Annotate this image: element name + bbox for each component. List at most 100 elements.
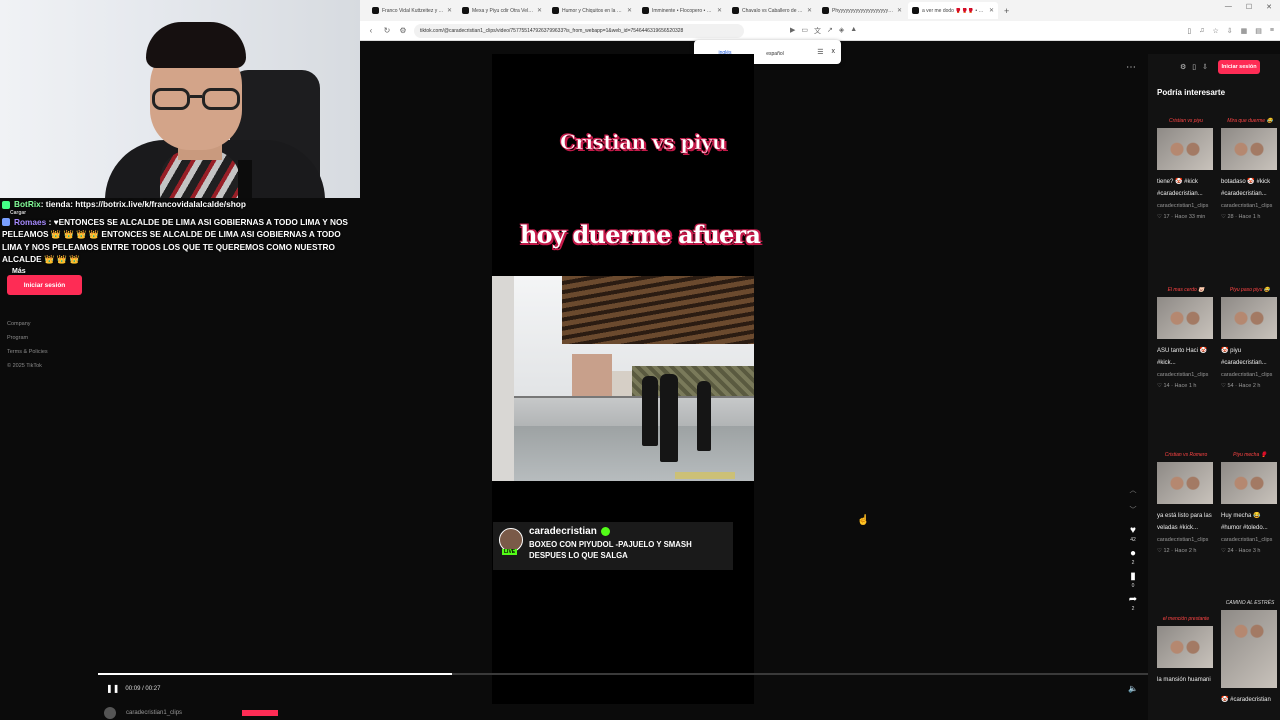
browser-tab-active[interactable]: a ver me dodo 🥊🥊🥊 • TikTok ✕ (908, 2, 998, 19)
like-icon[interactable]: ♥ (1126, 525, 1140, 537)
translate-menu-icon[interactable]: ☰ (817, 48, 823, 56)
back-icon[interactable]: ‹ (366, 26, 376, 35)
next-video-icon[interactable]: ﹀ (1126, 505, 1140, 525)
share-count: 2 (1131, 606, 1135, 612)
translate-lang-spanish[interactable]: español (750, 43, 800, 62)
video-progress-bar[interactable] (98, 673, 1148, 675)
download-icon[interactable]: ⇩ (1202, 63, 1208, 71)
browser-tab[interactable]: Mexa y Piyu cdir Otra Velada Fracaso✕ (458, 2, 546, 19)
recommended-video[interactable]: el mención prestante la mansión huamani (1157, 616, 1215, 686)
tiktok-icon (372, 7, 379, 14)
alert-icon[interactable]: ▲ (850, 26, 857, 36)
right-login-button[interactable]: Iniciar sesión (1218, 60, 1261, 74)
previous-video-icon[interactable]: ︿ (1126, 485, 1140, 505)
streamer-description: BOXEO CON PIYUDOL -PAJUELO Y SMASH DESPU… (529, 540, 692, 560)
video-bottom-bar: caradecristian1_clips (98, 705, 1148, 720)
browser-tab[interactable]: Humor y Chiquitos en la Velada de...✕ (548, 2, 636, 19)
video-thumbnail (1157, 128, 1213, 170)
close-icon[interactable]: ✕ (897, 7, 902, 14)
fighter-figure (642, 376, 658, 446)
action-rail: ︿ ﹀ ♥ 42 ● 2 ▮ 0 ➦ 2 (1126, 485, 1140, 617)
music-icon[interactable]: ♫ (1199, 27, 1204, 35)
video-caption-main: hoy duerme afuera (520, 220, 761, 249)
webcam-overlay (0, 0, 360, 198)
comment-icon[interactable]: ● (1126, 548, 1140, 560)
author-handle[interactable]: caradecristian1_clips (126, 710, 182, 716)
pause-icon[interactable]: ❚❚ (106, 684, 119, 693)
right-header: ⚙ ▯ ⇩ Iniciar sesión (1180, 60, 1261, 74)
tiktok-icon (462, 7, 469, 14)
avatar: LIVE (499, 528, 523, 555)
follow-button[interactable] (242, 709, 279, 716)
chat-message: BotRix: tienda: https://botrix.live/k/fr… (2, 198, 360, 211)
close-window-icon[interactable]: ✕ (1266, 3, 1272, 11)
phone-icon[interactable]: ▯ (1192, 63, 1196, 71)
footer-link-program[interactable]: Program (7, 331, 48, 345)
recommended-video[interactable]: Piyu paso piyu 😂 🤡 piyu #caradecristian.… (1221, 287, 1279, 392)
close-icon[interactable]: ✕ (717, 7, 722, 14)
footer-link-terms[interactable]: Terms & Policies (7, 345, 48, 359)
sidebar-icon[interactable]: ▯ (1187, 27, 1191, 35)
recommended-video[interactable]: Mira que duerme 😂 botadaso 🤡 #kick #cara… (1221, 118, 1279, 223)
user-badge-icon (2, 218, 10, 227)
video-caption-top: Cristian vs piyu (560, 130, 727, 155)
recommended-video[interactable]: Piyu mecha 🥊 Huy mecha 😂 #humor #toledo.… (1221, 452, 1279, 557)
browser-tab[interactable]: Imminente • Flocopero • Plocanig✕ (638, 2, 726, 19)
video-thumbnail (1157, 297, 1213, 339)
stream-chat: BotRix: tienda: https://botrix.live/k/fr… (0, 198, 360, 279)
chat-message: Romaes : ♥ENTONCES SE ALCALDE DE LIMA AS… (2, 216, 348, 265)
more-options-icon[interactable]: ⋯ (1126, 62, 1136, 73)
media-icon[interactable]: ▶ (790, 26, 795, 36)
login-button[interactable]: Iniciar sesión (7, 275, 82, 295)
webcam-hair (146, 22, 246, 68)
bookmarks-icon[interactable]: ☆ (1213, 27, 1219, 35)
settings-icon[interactable]: ⚙ (1180, 63, 1186, 71)
url-field[interactable]: tiktok.com/@caradecristian1_clips/video/… (414, 23, 744, 38)
close-icon[interactable]: ✕ (627, 7, 632, 14)
bot-badge-icon (2, 200, 10, 209)
cast-icon[interactable]: ▭ (801, 26, 808, 36)
close-icon[interactable]: ✕ (537, 7, 542, 14)
site-info-icon[interactable]: ⚙ (398, 26, 408, 35)
browser-tab[interactable]: Phyyyyyyyyyyyyyyyyyyyyyyyyyyy...✕ (818, 2, 906, 19)
webcam-microphone (238, 160, 252, 198)
close-icon[interactable]: ✕ (447, 7, 452, 14)
shield-icon[interactable]: ◈ (839, 26, 844, 36)
recommended-video[interactable]: Cristian vs Romero ya está listo para la… (1157, 452, 1215, 557)
footer-link-company[interactable]: Company (7, 317, 48, 331)
wallet-icon[interactable]: ▤ (1255, 27, 1262, 35)
volume-icon[interactable]: 🔈 (1128, 684, 1138, 693)
download-icon[interactable]: ⇩ (1227, 27, 1233, 35)
share-icon[interactable]: ➦ (1126, 594, 1140, 606)
browser-toolbar: ▯ ♫ ☆ ⇩ ▦ ▤ ≡ (1187, 27, 1274, 35)
translate-icon[interactable]: 文 (814, 26, 821, 36)
close-icon[interactable]: ✕ (989, 7, 994, 14)
recommended-video[interactable]: Cristian vs piyu tiene? 🤡 #kick #caradec… (1157, 118, 1215, 223)
video-thumbnail (1221, 610, 1277, 688)
playback-controls: ❚❚ 00:09 / 00:27 (106, 684, 160, 693)
bookmark-icon[interactable]: ▮ (1126, 571, 1140, 583)
close-icon[interactable]: ✕ (807, 7, 812, 14)
browser-tabbar: Franco Vidal Kuttzeitez y Alcalde en...✕… (360, 0, 1280, 21)
minimize-icon[interactable]: — (1225, 3, 1232, 11)
video-clip-frame (492, 276, 754, 481)
translate-close-icon[interactable]: x (832, 48, 836, 56)
share-icon[interactable]: ↗ (827, 26, 833, 36)
fighter-figure (660, 374, 678, 462)
video-thumbnail (1221, 128, 1277, 170)
browser-tab[interactable]: Chavalo vs Caballero de Aldeiro La Ci...… (728, 2, 816, 19)
avatar (104, 706, 116, 719)
video-thumbnail (1157, 626, 1213, 668)
window-controls: — ☐ ✕ (1225, 3, 1272, 11)
tiktok-icon (642, 7, 649, 14)
save-count: 0 (1131, 583, 1135, 589)
reload-icon[interactable]: ↻ (382, 26, 392, 35)
new-tab-icon[interactable]: + (1004, 6, 1009, 16)
recommended-video[interactable]: CAMINO AL ESTRÉS 🤡 #caradecristian (1221, 600, 1279, 706)
menu-icon[interactable]: ≡ (1270, 27, 1274, 35)
extensions-icon[interactable]: ▦ (1241, 27, 1248, 35)
maximize-icon[interactable]: ☐ (1246, 3, 1252, 11)
video-thumbnail (1221, 297, 1277, 339)
recommended-video[interactable]: El mas cerdo 🐷 ASU tanto Haci 🤡 #kick...… (1157, 287, 1215, 392)
browser-tab[interactable]: Franco Vidal Kuttzeitez y Alcalde en...✕ (368, 2, 456, 19)
